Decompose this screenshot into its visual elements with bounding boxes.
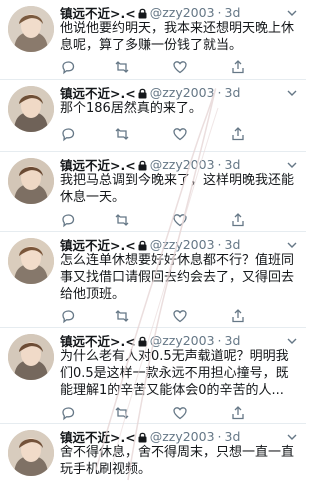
tweet-actions xyxy=(60,59,300,75)
like-icon[interactable] xyxy=(172,308,188,324)
avatar[interactable] xyxy=(8,334,54,380)
tweet-text: 他说他要约明天，我本来还想明天晚上休息呢，算了多赚一份钱了就当。 xyxy=(60,21,295,53)
tweet[interactable]: 镇远不近>.< @zzy2003 · 3d 为什么老有人对0.5无声载道呢？明明… xyxy=(0,328,306,424)
share-icon[interactable] xyxy=(230,59,246,75)
display-name[interactable]: 镇远不近>.< xyxy=(60,331,136,350)
timestamp[interactable]: 3d xyxy=(225,85,241,100)
share-icon[interactable] xyxy=(230,308,246,324)
user-handle[interactable]: @zzy2003 xyxy=(150,157,215,172)
chevron-down-icon[interactable] xyxy=(286,428,298,440)
reply-icon[interactable] xyxy=(60,126,76,142)
tweet[interactable]: 镇远不近>.< @zzy2003 · 3d 我把马总调到今晚来了，这样明晚我还能… xyxy=(0,152,306,232)
retweet-icon[interactable] xyxy=(114,59,130,75)
tweet[interactable]: 镇远不近>.< @zzy2003 · 3d 他说他要约明天，我本来还想明天晚上休… xyxy=(0,0,306,80)
chevron-down-icon[interactable] xyxy=(286,332,298,344)
display-name[interactable]: 镇远不近>.< xyxy=(60,235,136,254)
lock-icon xyxy=(138,87,147,98)
display-name[interactable]: 镇远不近>.< xyxy=(60,3,136,22)
tweet-header: 镇远不近>.< @zzy2003 · 3d xyxy=(60,3,241,22)
separator-dot: · xyxy=(217,236,222,252)
retweet-icon[interactable] xyxy=(114,126,130,142)
like-icon[interactable] xyxy=(172,59,188,75)
separator-dot: · xyxy=(217,428,222,444)
avatar[interactable] xyxy=(8,430,54,476)
reply-icon[interactable] xyxy=(60,212,76,228)
tweet-header: 镇远不近>.< @zzy2003 · 3d xyxy=(60,235,241,254)
timestamp[interactable]: 3d xyxy=(225,429,241,444)
reply-icon[interactable] xyxy=(60,405,76,421)
tweet[interactable]: 镇远不近>.< @zzy2003 · 3d 舍不得休息，舍不得周末，只想一直一直… xyxy=(0,424,306,500)
chevron-down-icon[interactable] xyxy=(286,84,298,96)
reply-icon[interactable] xyxy=(60,308,76,324)
avatar[interactable] xyxy=(8,158,54,204)
display-name[interactable]: 镇远不近>.< xyxy=(60,155,136,174)
reply-icon[interactable] xyxy=(60,59,76,75)
user-handle[interactable]: @zzy2003 xyxy=(150,333,215,348)
separator-dot: · xyxy=(217,4,222,20)
tweet-header: 镇远不近>.< @zzy2003 · 3d xyxy=(60,83,241,102)
tweet-text: 怎么连单休想要好好休息都不行？值班同事又找借口请假回去约会去了，又得回去给他顶班… xyxy=(60,253,295,302)
tweet[interactable]: 镇远不近>.< @zzy2003 · 3d 那个186居然真的来了。 xyxy=(0,80,306,152)
share-icon[interactable] xyxy=(230,405,246,421)
chevron-down-icon[interactable] xyxy=(286,156,298,168)
retweet-icon[interactable] xyxy=(114,308,130,324)
timestamp[interactable]: 3d xyxy=(225,237,241,252)
user-handle[interactable]: @zzy2003 xyxy=(150,85,215,100)
user-handle[interactable]: @zzy2003 xyxy=(150,5,215,20)
avatar[interactable] xyxy=(8,86,54,132)
lock-icon xyxy=(138,7,147,18)
timestamp[interactable]: 3d xyxy=(225,333,241,348)
lock-icon xyxy=(138,159,147,170)
tweet-actions xyxy=(60,405,300,421)
lock-icon xyxy=(138,431,147,442)
lock-icon xyxy=(138,239,147,250)
tweet-actions xyxy=(60,212,300,228)
display-name[interactable]: 镇远不近>.< xyxy=(60,83,136,102)
chevron-down-icon[interactable] xyxy=(286,4,298,16)
tweet-header: 镇远不近>.< @zzy2003 · 3d xyxy=(60,155,241,174)
tweet-text: 我把马总调到今晚来了，这样明晚我还能休息一天。 xyxy=(60,173,295,205)
chevron-down-icon[interactable] xyxy=(286,236,298,248)
tweet-actions xyxy=(60,126,300,142)
tweet[interactable]: 镇远不近>.< @zzy2003 · 3d 怎么连单休想要好好休息都不行？值班同… xyxy=(0,232,306,328)
separator-dot: · xyxy=(217,156,222,172)
user-handle[interactable]: @zzy2003 xyxy=(150,429,215,444)
tweet-text: 舍不得休息，舍不得周末，只想一直一直玩手机刷视频。 xyxy=(60,445,295,477)
lock-icon xyxy=(138,335,147,346)
tweet-header: 镇远不近>.< @zzy2003 · 3d xyxy=(60,427,241,446)
tweet-header: 镇远不近>.< @zzy2003 · 3d xyxy=(60,331,241,350)
tweet-text: 那个186居然真的来了。 xyxy=(60,101,202,116)
display-name[interactable]: 镇远不近>.< xyxy=(60,427,136,446)
timestamp[interactable]: 3d xyxy=(225,5,241,20)
timeline-feed: 镇远不近>.< @zzy2003 · 3d 他说他要约明天，我本来还想明天晚上休… xyxy=(0,0,306,500)
like-icon[interactable] xyxy=(172,126,188,142)
separator-dot: · xyxy=(217,332,222,348)
retweet-icon[interactable] xyxy=(114,405,130,421)
avatar[interactable] xyxy=(8,6,54,52)
like-icon[interactable] xyxy=(172,405,188,421)
share-icon[interactable] xyxy=(230,212,246,228)
retweet-icon[interactable] xyxy=(114,212,130,228)
timestamp[interactable]: 3d xyxy=(225,157,241,172)
tweet-actions xyxy=(60,308,300,324)
avatar[interactable] xyxy=(8,238,54,284)
tweet-text: 为什么老有人对0.5无声载道呢？明明我们0.5是这样一款永远不用担心撞号，既能理… xyxy=(60,349,289,398)
separator-dot: · xyxy=(217,84,222,100)
like-icon[interactable] xyxy=(172,212,188,228)
user-handle[interactable]: @zzy2003 xyxy=(150,237,215,252)
share-icon[interactable] xyxy=(230,126,246,142)
